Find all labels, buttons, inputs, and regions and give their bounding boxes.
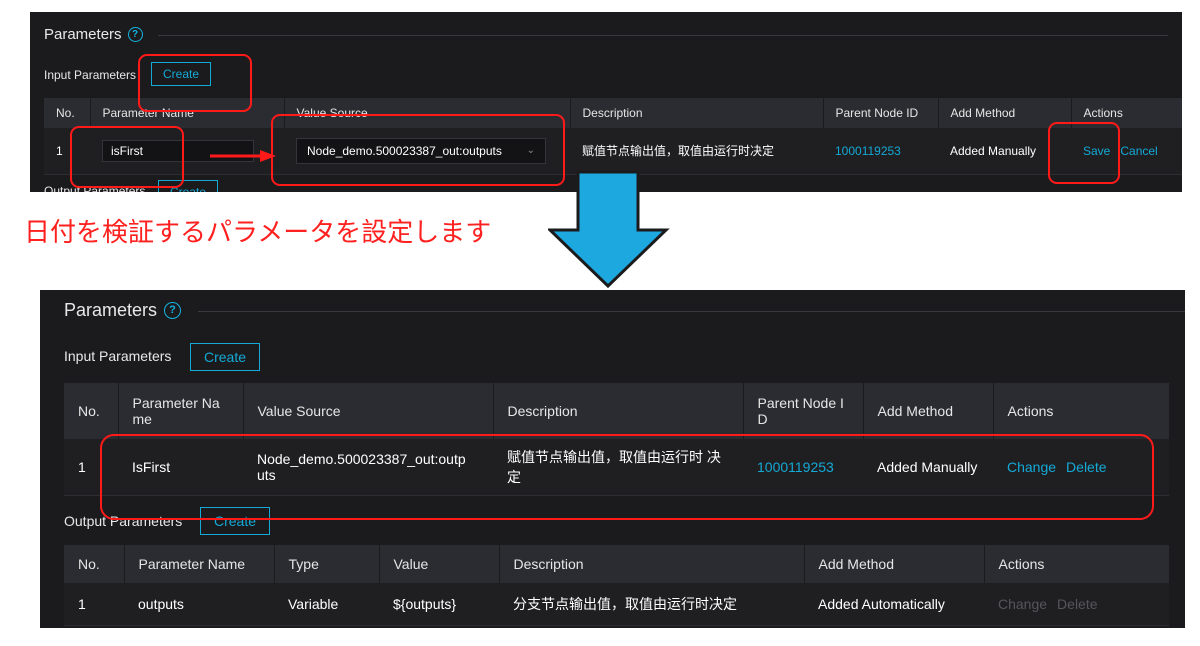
table-row: 1 outputs Variable ${outputs} 分支节点输出值，取值… — [64, 583, 1169, 626]
table-row: 1 IsFirst Node_demo.500023387_out:outp u… — [64, 439, 1169, 496]
parameter-name-cell: outputs — [124, 583, 274, 626]
cancel-button[interactable]: Cancel — [1120, 144, 1157, 158]
col-header-add-method: Add Method — [804, 545, 985, 583]
red-arrow-icon — [210, 150, 276, 162]
parent-node-id-link[interactable]: 1000119253 — [823, 128, 938, 175]
col-header-actions: Actions — [984, 545, 1170, 583]
col-header-value-source: Value Source — [284, 98, 571, 128]
add-method-cell: Added Manually — [938, 128, 1071, 175]
input-parameters-table: No. Parameter Na me Value Source Descrip… — [64, 383, 1170, 496]
output-parameters-label: Output Parameters — [64, 513, 183, 529]
actions-cell: Change Delete — [984, 583, 1169, 626]
section-divider — [198, 311, 1185, 312]
col-header-parent-node-id: Parent Node ID — [823, 98, 939, 128]
create-output-button[interactable]: Create — [158, 180, 218, 192]
output-parameters-label: Output Parameters — [44, 184, 146, 192]
col-header-parameter-name: Parameter Name — [124, 545, 275, 583]
value-source-cell: Node_demo.500023387_out:outp uts — [243, 439, 493, 496]
help-icon[interactable]: ? — [127, 27, 143, 42]
col-header-actions: Actions — [993, 383, 1170, 439]
col-header-no: No. — [64, 383, 119, 439]
col-header-description: Description — [493, 383, 744, 439]
table-header-row: No. Parameter Na me Value Source Descrip… — [64, 383, 1170, 439]
col-header-value-source: Value Source — [243, 383, 494, 439]
value-source-selected: Node_demo.500023387_out:outputs — [307, 143, 502, 158]
top-parameters-panel: Parameters ? Input Parameters Create No.… — [30, 12, 1182, 192]
top-section-title-text: Parameters — [44, 26, 122, 43]
bottom-section-title: Parameters ? — [64, 300, 182, 321]
section-divider — [158, 35, 1168, 36]
bottom-parameters-panel: Parameters ? Input Parameters Create No.… — [40, 290, 1185, 628]
save-button[interactable]: Save — [1083, 144, 1110, 158]
col-header-add-method: Add Method — [863, 383, 994, 439]
col-header-parameter-name: Parameter Na me — [118, 383, 244, 439]
col-header-actions: Actions — [1071, 98, 1182, 128]
description-cell: 分支节点输出值，取值由运行时决定 — [499, 583, 804, 626]
col-header-parameter-name: Parameter Name — [90, 98, 285, 128]
value-source-select[interactable]: Node_demo.500023387_out:outputs ⌄ — [296, 137, 546, 164]
down-arrow-icon — [548, 170, 670, 289]
type-cell: Variable — [274, 583, 379, 626]
description-cell: 赋值节点输出值，取值由运行时 决定 — [493, 439, 743, 496]
row-number: 1 — [44, 128, 90, 175]
delete-button-disabled: Delete — [1057, 595, 1098, 612]
col-header-parent-node-id: Parent Node I D — [743, 383, 864, 439]
col-header-type: Type — [274, 545, 380, 583]
row-number: 1 — [64, 439, 118, 496]
value-source-cell: Node_demo.500023387_out:outputs ⌄ — [284, 128, 570, 175]
input-parameters-label: Input Parameters — [64, 348, 172, 364]
top-section-title: Parameters ? — [44, 26, 143, 43]
parameter-name-cell: IsFirst — [118, 439, 243, 496]
actions-cell: Change Delete — [993, 439, 1169, 496]
table-header-row: No. Parameter Name Type Value Descriptio… — [64, 545, 1170, 583]
delete-button[interactable]: Delete — [1066, 459, 1106, 475]
actions-cell: Save Cancel — [1071, 128, 1182, 175]
output-parameters-table: No. Parameter Name Type Value Descriptio… — [64, 545, 1170, 626]
col-header-description: Description — [570, 98, 824, 128]
change-button-disabled: Change — [998, 595, 1048, 612]
col-header-value: Value — [379, 545, 500, 583]
create-input-button[interactable]: Create — [190, 343, 260, 371]
add-method-cell: Added Automatically — [804, 583, 984, 626]
parent-node-id-link[interactable]: 1000119253 — [743, 439, 863, 496]
row-number: 1 — [64, 583, 124, 626]
help-icon[interactable]: ? — [164, 302, 182, 319]
table-header-row: No. Parameter Name Value Source Descript… — [44, 98, 1182, 128]
change-button[interactable]: Change — [1007, 459, 1056, 475]
create-input-button[interactable]: Create — [151, 62, 211, 86]
add-method-cell: Added Manually — [863, 439, 993, 496]
create-output-button[interactable]: Create — [200, 507, 270, 535]
col-header-add-method: Add Method — [938, 98, 1072, 128]
value-cell: ${outputs} — [379, 583, 499, 626]
col-header-no: No. — [64, 545, 125, 583]
annotation-caption: 日付を検証するパラメータを設定します — [24, 218, 492, 248]
input-parameters-label: Input Parameters — [44, 68, 137, 82]
col-header-description: Description — [499, 545, 805, 583]
col-header-no: No. — [44, 98, 91, 128]
bottom-section-title-text: Parameters — [64, 300, 158, 320]
chevron-down-icon: ⌄ — [526, 145, 535, 157]
